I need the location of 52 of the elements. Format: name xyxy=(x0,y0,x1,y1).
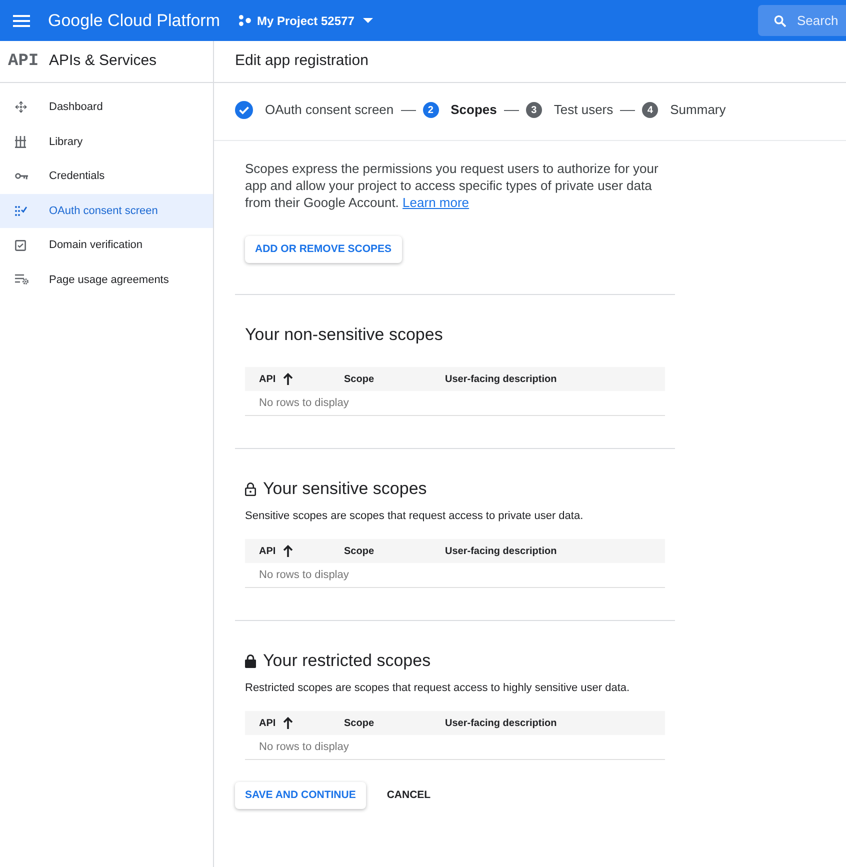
section-heading: Your restricted scopes xyxy=(263,650,431,672)
search-input[interactable]: Search xyxy=(797,10,846,30)
learn-more-link[interactable]: Learn more xyxy=(402,195,470,210)
key-icon xyxy=(15,172,28,180)
sidebar-item[interactable]: OAuth consent screen xyxy=(0,194,213,228)
api-logo: API xyxy=(8,50,40,73)
step-label: Summary xyxy=(670,101,726,119)
column-header[interactable]: User-facing description xyxy=(445,372,557,386)
square-check-icon xyxy=(15,240,26,251)
empty-table-message: No rows to display xyxy=(259,568,349,583)
dotted-check-icon xyxy=(15,206,27,216)
save-button[interactable]: SAVE AND CONTINUE xyxy=(235,782,366,809)
section-heading: Your non-sensitive scopes xyxy=(245,324,443,346)
column-header[interactable]: User-facing description xyxy=(445,544,557,558)
section-description: Sensitive scopes are scopes that request access to private user data. xyxy=(245,509,584,524)
step-label: Scopes xyxy=(450,101,497,119)
step-label: Test users xyxy=(554,101,614,119)
step-number: 3 xyxy=(526,102,542,118)
sort-arrow-icon xyxy=(282,373,293,385)
four-arrows-icon xyxy=(15,101,27,114)
add-scopes-button[interactable]: ADD OR REMOVE SCOPES xyxy=(245,236,402,263)
step-label: OAuth consent screen xyxy=(265,101,394,119)
empty-table-message: No rows to display xyxy=(259,740,349,755)
project-dots-icon xyxy=(238,15,251,26)
app-title[interactable]: Google Cloud Platform xyxy=(48,8,220,34)
section-heading: Your sensitive scopes xyxy=(263,478,427,500)
step-number: 2 xyxy=(422,102,439,118)
page-title: Edit app registration xyxy=(235,51,368,72)
lock-icon xyxy=(245,654,256,668)
list-gear-icon xyxy=(15,274,29,286)
caret-icon xyxy=(363,18,374,23)
search-field[interactable]: Search xyxy=(758,5,846,36)
empty-table-message: No rows to display xyxy=(259,396,349,411)
column-header[interactable]: API xyxy=(259,544,293,558)
sidebar-title: APIs & Services xyxy=(49,51,157,72)
sort-arrow-icon xyxy=(282,717,293,729)
columns-icon xyxy=(15,136,26,148)
section-description: Restricted scopes are scopes that request access to highly sensitive user data. xyxy=(245,681,631,696)
search-icon[interactable] xyxy=(774,14,786,26)
cancel-button[interactable]: CANCEL xyxy=(376,782,441,809)
intro-text: Scopes express the permissions you request users to authorize for your app and allow your project to access specific types of private user data from their Google Account. Learn more xyxy=(245,160,660,211)
column-header[interactable]: API xyxy=(259,716,293,730)
project-selector[interactable]: My Project 52577 xyxy=(238,12,374,30)
column-header[interactable]: Scope xyxy=(344,372,374,386)
column-header[interactable]: User-facing description xyxy=(445,716,557,730)
sort-arrow-icon xyxy=(282,545,293,557)
menu-icon[interactable] xyxy=(13,14,30,26)
column-header[interactable]: API xyxy=(259,372,293,386)
column-header[interactable]: Scope xyxy=(344,544,374,558)
column-header[interactable]: Scope xyxy=(344,716,374,730)
step-number: 4 xyxy=(642,102,658,118)
lock-icon xyxy=(245,482,256,496)
